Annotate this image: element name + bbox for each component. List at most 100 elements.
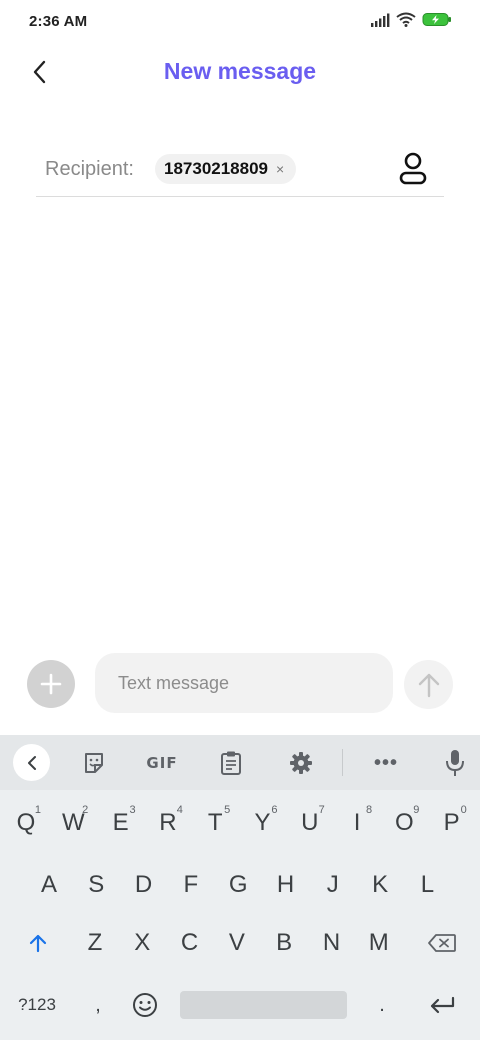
key-e[interactable]: E3 (99, 798, 143, 848)
toolbar-divider (342, 749, 343, 776)
chevron-left-icon (27, 755, 36, 770)
shift-arrow-icon (29, 934, 47, 953)
key-hint: 1 (34, 804, 41, 816)
key-hint: 4 (176, 804, 183, 816)
key-hint: 7 (318, 804, 325, 816)
key-label: K (372, 871, 389, 898)
key-t[interactable]: T5 (193, 798, 237, 848)
key-hint: 8 (365, 804, 373, 816)
key-h[interactable]: H (264, 860, 308, 910)
key-label: N (322, 929, 341, 956)
key-label: B (276, 929, 293, 956)
person-icon (399, 152, 427, 185)
key-z[interactable]: Z (73, 918, 117, 968)
key-p[interactable]: P0 (430, 798, 474, 848)
recipient-label: Recipient: (45, 158, 134, 180)
enter-key[interactable] (416, 980, 468, 1030)
key-hint: 9 (413, 804, 420, 816)
comma-key[interactable]: , (78, 980, 118, 1030)
key-g[interactable]: G (216, 860, 260, 910)
key-a[interactable]: A (27, 860, 71, 910)
shift-key[interactable] (14, 918, 62, 968)
more-button[interactable]: ••• (368, 747, 404, 779)
key-label: H (276, 871, 295, 898)
recipient-chip[interactable]: 18730218809 × (155, 154, 297, 184)
arrow-up-icon (418, 673, 439, 697)
key-x[interactable]: X (120, 918, 164, 968)
key-k[interactable]: K (358, 860, 402, 910)
space-bar[interactable] (180, 991, 347, 1019)
key-label: Y (254, 809, 271, 836)
key-b[interactable]: B (262, 918, 306, 968)
gif-button[interactable]: GIF (144, 747, 180, 779)
key-label: R (159, 809, 177, 836)
clipboard-button[interactable] (213, 747, 249, 779)
status-bar: 2:36 AM (0, 0, 480, 44)
key-hint: 3 (129, 804, 136, 816)
key-hint: 6 (271, 804, 278, 816)
key-i[interactable]: I8 (335, 798, 379, 848)
key-hint: 0 (460, 804, 467, 816)
backspace-key[interactable] (416, 918, 468, 968)
enter-icon (430, 996, 455, 1014)
signal-icon (370, 13, 390, 32)
key-label: U (301, 809, 319, 836)
chip-remove-button[interactable]: × (276, 162, 284, 176)
key-label: C (180, 929, 199, 956)
key-hint: 2 (82, 804, 89, 816)
status-icons (370, 12, 452, 32)
key-label: J (326, 871, 339, 898)
period-key[interactable]: . (362, 980, 402, 1030)
key-label: F (183, 871, 199, 898)
key-l[interactable]: L (405, 860, 449, 910)
key-d[interactable]: D (122, 860, 166, 910)
key-label: O (395, 809, 414, 836)
keyboard: GIF ••• Q 1 W 2 E 3 R 4 T 5 Y 6 U 7 I 8 … (0, 735, 480, 1040)
emoji-icon (133, 993, 157, 1017)
recipient-row[interactable]: Recipient: 18730218809 × (36, 150, 444, 197)
key-q[interactable]: Q1 (4, 798, 48, 848)
add-contact-button[interactable] (398, 152, 428, 186)
key-hint: 5 (224, 804, 231, 816)
key-label: L (420, 871, 435, 898)
page-title: New message (163, 58, 317, 84)
gear-icon (290, 752, 312, 774)
key-w[interactable]: W2 (51, 798, 95, 848)
keyboard-collapse-button[interactable] (13, 744, 50, 781)
key-o[interactable]: O9 (382, 798, 426, 848)
keyboard-toolbar: GIF ••• (0, 735, 480, 790)
key-r[interactable]: R4 (146, 798, 190, 848)
microphone-icon (446, 750, 464, 776)
key-label: E (112, 809, 129, 836)
emoji-key[interactable] (122, 980, 168, 1030)
attach-button[interactable] (27, 660, 75, 708)
send-button[interactable] (404, 660, 453, 709)
key-n[interactable]: N (310, 918, 354, 968)
message-input[interactable] (95, 653, 393, 713)
sticker-button[interactable] (76, 747, 112, 779)
key-label: T (207, 809, 223, 836)
key-s[interactable]: S (74, 860, 118, 910)
key-label: V (228, 929, 245, 956)
recipient-chip-value: 18730218809 (164, 159, 269, 178)
key-j[interactable]: J (311, 860, 355, 910)
clipboard-icon (221, 751, 241, 775)
key-u[interactable]: U7 (288, 798, 332, 848)
key-label: S (88, 871, 105, 898)
key-label: P (443, 809, 460, 836)
key-label: M (368, 929, 389, 956)
key-label: X (134, 929, 151, 956)
key-v[interactable]: V (215, 918, 259, 968)
key-f[interactable]: F (169, 860, 213, 910)
key-label: G (228, 871, 248, 898)
sticker-icon (85, 753, 103, 773)
settings-button[interactable] (283, 747, 319, 779)
key-label: Q (16, 809, 36, 836)
key-m[interactable]: M (357, 918, 401, 968)
voice-input-button[interactable] (437, 747, 473, 779)
key-c[interactable]: C (168, 918, 212, 968)
key-label: D (134, 871, 153, 898)
key-y[interactable]: Y6 (241, 798, 285, 848)
symbols-key[interactable]: ?123 (8, 980, 66, 1030)
key-label: A (40, 871, 57, 898)
